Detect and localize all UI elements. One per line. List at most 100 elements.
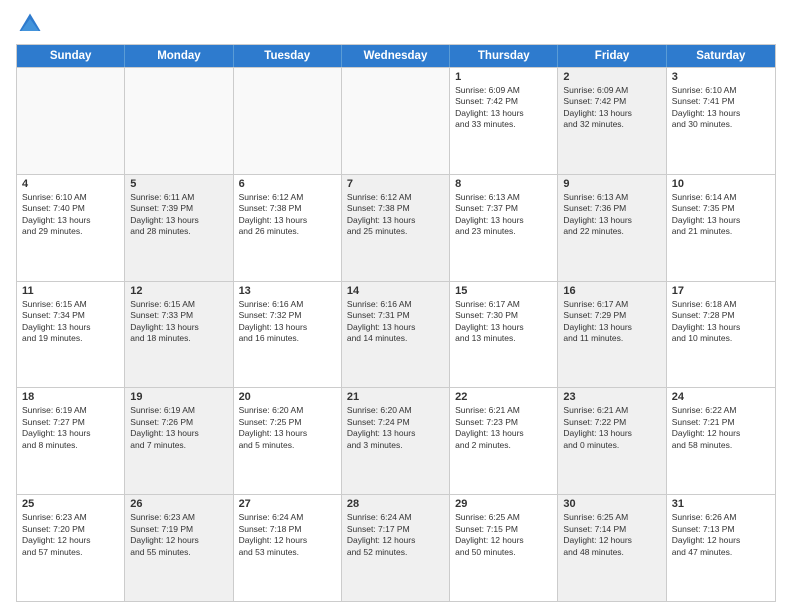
day-info: Sunrise: 6:19 AM Sunset: 7:27 PM Dayligh…: [22, 405, 119, 451]
day-number: 26: [130, 498, 227, 510]
day-number: 2: [563, 71, 660, 83]
day-info: Sunrise: 6:10 AM Sunset: 7:40 PM Dayligh…: [22, 192, 119, 238]
day-info: Sunrise: 6:16 AM Sunset: 7:32 PM Dayligh…: [239, 299, 336, 345]
calendar-cell: 29 Sunrise: 6:25 AM Sunset: 7:15 PM Dayli…: [450, 495, 558, 601]
calendar-cell: 14Sunrise: 6:16 AM Sunset: 7:31 PM Dayli…: [342, 282, 450, 388]
calendar-row-3: 11 Sunrise: 6:15 AM Sunset: 7:34 PM Dayli…: [17, 281, 775, 388]
calendar-cell: 26 Sunrise: 6:23 AM Sunset: 7:19 PM Dayli…: [125, 495, 233, 601]
calendar-cell: [342, 68, 450, 174]
calendar-row-1: 1Sunrise: 6:09 AM Sunset: 7:42 PM Daylig…: [17, 67, 775, 174]
day-number: 13: [239, 285, 336, 297]
day-number: 24: [672, 391, 770, 403]
day-info: Sunrise: 6:11 AM Sunset: 7:39 PM Dayligh…: [130, 192, 227, 238]
day-info: Sunrise: 6:21 AM Sunset: 7:22 PM Dayligh…: [563, 405, 660, 451]
day-info: Sunrise: 6:23 AM Sunset: 7:20 PM Dayligh…: [22, 512, 119, 558]
day-number: 29: [455, 498, 552, 510]
calendar-cell: 1Sunrise: 6:09 AM Sunset: 7:42 PM Daylig…: [450, 68, 558, 174]
calendar-cell: 9 Sunrise: 6:13 AM Sunset: 7:36 PM Daylig…: [558, 175, 666, 281]
day-number: 18: [22, 391, 119, 403]
day-info: Sunrise: 6:13 AM Sunset: 7:36 PM Dayligh…: [563, 192, 660, 238]
day-number: 15: [455, 285, 552, 297]
day-number: 28: [347, 498, 444, 510]
calendar-cell: 22 Sunrise: 6:21 AM Sunset: 7:23 PM Dayli…: [450, 388, 558, 494]
day-number: 9: [563, 178, 660, 190]
day-number: 19: [130, 391, 227, 403]
day-header-friday: Friday: [558, 45, 666, 67]
day-info: Sunrise: 6:12 AM Sunset: 7:38 PM Dayligh…: [347, 192, 444, 238]
day-info: Sunrise: 6:21 AM Sunset: 7:23 PM Dayligh…: [455, 405, 552, 451]
day-header-thursday: Thursday: [450, 45, 558, 67]
calendar-cell: 11 Sunrise: 6:15 AM Sunset: 7:34 PM Dayli…: [17, 282, 125, 388]
day-header-wednesday: Wednesday: [342, 45, 450, 67]
calendar-cell: 6 Sunrise: 6:12 AM Sunset: 7:38 PM Daylig…: [234, 175, 342, 281]
calendar-cell: 3 Sunrise: 6:10 AM Sunset: 7:41 PM Daylig…: [667, 68, 775, 174]
calendar-row-2: 4 Sunrise: 6:10 AM Sunset: 7:40 PM Daylig…: [17, 174, 775, 281]
calendar-cell: 12 Sunrise: 6:15 AM Sunset: 7:33 PM Dayli…: [125, 282, 233, 388]
day-info: Sunrise: 6:17 AM Sunset: 7:29 PM Dayligh…: [563, 299, 660, 345]
day-info: Sunrise: 6:10 AM Sunset: 7:41 PM Dayligh…: [672, 85, 770, 131]
day-number: 30: [563, 498, 660, 510]
day-info: Sunrise: 6:15 AM Sunset: 7:34 PM Dayligh…: [22, 299, 119, 345]
day-number: 21: [347, 391, 444, 403]
day-number: 10: [672, 178, 770, 190]
day-number: 11: [22, 285, 119, 297]
calendar-cell: 28 Sunrise: 6:24 AM Sunset: 7:17 PM Dayli…: [342, 495, 450, 601]
calendar-cell: 5 Sunrise: 6:11 AM Sunset: 7:39 PM Daylig…: [125, 175, 233, 281]
calendar-cell: 16 Sunrise: 6:17 AM Sunset: 7:29 PM Dayli…: [558, 282, 666, 388]
calendar-header: SundayMondayTuesdayWednesdayThursdayFrid…: [17, 45, 775, 67]
day-info: Sunrise: 6:22 AM Sunset: 7:21 PM Dayligh…: [672, 405, 770, 451]
calendar-cell: 18 Sunrise: 6:19 AM Sunset: 7:27 PM Dayli…: [17, 388, 125, 494]
calendar-cell: 10 Sunrise: 6:14 AM Sunset: 7:35 PM Dayli…: [667, 175, 775, 281]
day-info: Sunrise: 6:20 AM Sunset: 7:24 PM Dayligh…: [347, 405, 444, 451]
day-info: Sunrise: 6:20 AM Sunset: 7:25 PM Dayligh…: [239, 405, 336, 451]
header: [16, 10, 776, 38]
day-number: 22: [455, 391, 552, 403]
logo: [16, 10, 48, 38]
logo-icon: [16, 10, 44, 38]
calendar-cell: 19Sunrise: 6:19 AM Sunset: 7:26 PM Dayli…: [125, 388, 233, 494]
calendar: SundayMondayTuesdayWednesdayThursdayFrid…: [16, 44, 776, 602]
day-info: Sunrise: 6:26 AM Sunset: 7:13 PM Dayligh…: [672, 512, 770, 558]
day-header-tuesday: Tuesday: [234, 45, 342, 67]
calendar-cell: 2Sunrise: 6:09 AM Sunset: 7:42 PM Daylig…: [558, 68, 666, 174]
day-number: 7: [347, 178, 444, 190]
calendar-cell: 27Sunrise: 6:24 AM Sunset: 7:18 PM Dayli…: [234, 495, 342, 601]
day-number: 23: [563, 391, 660, 403]
day-number: 6: [239, 178, 336, 190]
calendar-cell: 20 Sunrise: 6:20 AM Sunset: 7:25 PM Dayli…: [234, 388, 342, 494]
day-number: 12: [130, 285, 227, 297]
day-number: 16: [563, 285, 660, 297]
calendar-cell: 8 Sunrise: 6:13 AM Sunset: 7:37 PM Daylig…: [450, 175, 558, 281]
day-number: 20: [239, 391, 336, 403]
day-info: Sunrise: 6:23 AM Sunset: 7:19 PM Dayligh…: [130, 512, 227, 558]
day-number: 4: [22, 178, 119, 190]
calendar-cell: 24 Sunrise: 6:22 AM Sunset: 7:21 PM Dayli…: [667, 388, 775, 494]
day-number: 14: [347, 285, 444, 297]
calendar-cell: 25 Sunrise: 6:23 AM Sunset: 7:20 PM Dayli…: [17, 495, 125, 601]
day-number: 5: [130, 178, 227, 190]
day-number: 8: [455, 178, 552, 190]
calendar-body: 1Sunrise: 6:09 AM Sunset: 7:42 PM Daylig…: [17, 67, 775, 601]
day-header-saturday: Saturday: [667, 45, 775, 67]
day-info: Sunrise: 6:14 AM Sunset: 7:35 PM Dayligh…: [672, 192, 770, 238]
day-info: Sunrise: 6:12 AM Sunset: 7:38 PM Dayligh…: [239, 192, 336, 238]
calendar-cell: 7 Sunrise: 6:12 AM Sunset: 7:38 PM Daylig…: [342, 175, 450, 281]
day-info: Sunrise: 6:09 AM Sunset: 7:42 PM Dayligh…: [455, 85, 552, 131]
page: SundayMondayTuesdayWednesdayThursdayFrid…: [0, 0, 792, 612]
day-info: Sunrise: 6:13 AM Sunset: 7:37 PM Dayligh…: [455, 192, 552, 238]
day-info: Sunrise: 6:25 AM Sunset: 7:15 PM Dayligh…: [455, 512, 552, 558]
day-info: Sunrise: 6:17 AM Sunset: 7:30 PM Dayligh…: [455, 299, 552, 345]
calendar-cell: [17, 68, 125, 174]
calendar-row-5: 25 Sunrise: 6:23 AM Sunset: 7:20 PM Dayli…: [17, 494, 775, 601]
calendar-cell: 15 Sunrise: 6:17 AM Sunset: 7:30 PM Dayli…: [450, 282, 558, 388]
day-number: 25: [22, 498, 119, 510]
calendar-row-4: 18 Sunrise: 6:19 AM Sunset: 7:27 PM Dayli…: [17, 387, 775, 494]
day-info: Sunrise: 6:15 AM Sunset: 7:33 PM Dayligh…: [130, 299, 227, 345]
day-number: 3: [672, 71, 770, 83]
day-info: Sunrise: 6:18 AM Sunset: 7:28 PM Dayligh…: [672, 299, 770, 345]
day-number: 27: [239, 498, 336, 510]
day-number: 31: [672, 498, 770, 510]
day-header-sunday: Sunday: [17, 45, 125, 67]
day-number: 17: [672, 285, 770, 297]
day-info: Sunrise: 6:24 AM Sunset: 7:17 PM Dayligh…: [347, 512, 444, 558]
